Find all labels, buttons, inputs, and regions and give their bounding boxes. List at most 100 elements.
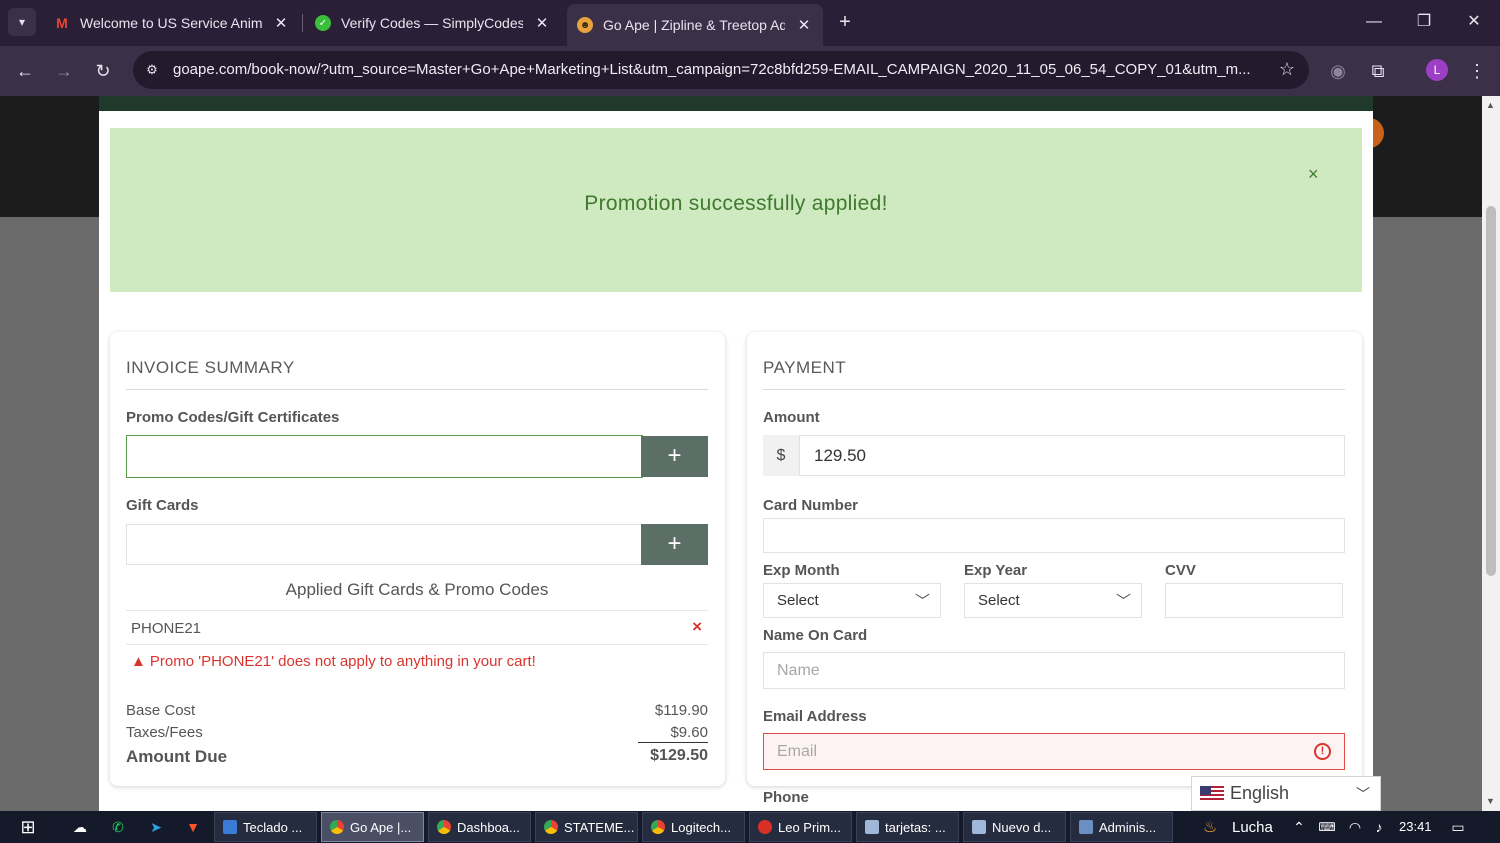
taskbar-app[interactable]: Dashboa... <box>428 812 531 842</box>
brave-icon[interactable]: ▼ <box>182 816 204 838</box>
chevron-up-icon[interactable]: ⌃ <box>1288 816 1310 838</box>
start-grid-icon[interactable]: ⊞ <box>17 816 39 838</box>
card-number-input[interactable] <box>763 518 1345 553</box>
bookmark-star-icon[interactable]: ☆ <box>1279 59 1295 80</box>
add-gift-card-button[interactable]: + <box>641 524 708 565</box>
phone-label: Phone <box>763 789 809 806</box>
taxes-label: Taxes/Fees <box>126 724 203 741</box>
chrome-icon <box>330 820 344 834</box>
promo-code-input[interactable] <box>126 435 643 478</box>
close-tab-icon[interactable]: ✕ <box>533 14 551 32</box>
amount-label: Amount <box>763 409 820 426</box>
back-icon[interactable]: ← <box>12 58 38 84</box>
taskbar-app[interactable]: Teclado ... <box>214 812 317 842</box>
notepad-icon <box>865 820 879 834</box>
forward-icon[interactable]: → <box>51 58 77 84</box>
tab-search-button[interactable]: ▾ <box>8 8 36 36</box>
remove-code-icon[interactable]: × <box>692 617 702 637</box>
applied-code-name: PHONE21 <box>131 620 202 637</box>
taskbar-app-label: Dashboa... <box>457 819 520 835</box>
clock-time[interactable]: 23:41 <box>1399 819 1432 834</box>
page-viewport: Promotion successfully applied! × INVOIC… <box>0 96 1482 811</box>
applied-codes-heading: Applied Gift Cards & Promo Codes <box>285 580 549 599</box>
minimize-icon[interactable]: — <box>1362 10 1386 34</box>
cvv-input[interactable] <box>1165 583 1343 618</box>
exp-year-select[interactable]: Select ﹀ <box>964 583 1142 618</box>
card-number-label: Card Number <box>763 497 859 514</box>
url-text[interactable]: goape.com/book-now/?utm_source=Master+Go… <box>173 61 1263 78</box>
site-info-icon[interactable]: ⚙ <box>142 60 162 80</box>
restore-icon[interactable]: ❐ <box>1412 10 1436 34</box>
input-method-icon[interactable]: ⌨ <box>1316 816 1338 838</box>
taskbar-app-label: Go Ape |... <box>350 819 412 835</box>
chrome-icon <box>758 820 772 834</box>
taskbar-app-label: Logitech... <box>671 819 731 835</box>
name-on-card-input[interactable]: Name <box>763 652 1345 689</box>
total-rule <box>638 742 708 743</box>
amount-input[interactable]: 129.50 <box>799 435 1345 476</box>
scroll-up-icon[interactable]: ▲ <box>1486 100 1495 110</box>
email-placeholder: Email <box>777 743 818 760</box>
taskbar-app[interactable]: Adminis... <box>1070 812 1173 842</box>
address-bar[interactable]: ⚙ goape.com/book-now/?utm_source=Master+… <box>133 51 1309 89</box>
warning-text: Promo 'PHONE21' does not apply to anythi… <box>149 653 536 670</box>
alert-close-icon[interactable]: × <box>1308 164 1319 185</box>
error-icon: ! <box>1314 743 1331 760</box>
email-input[interactable]: Email ! <box>763 733 1345 770</box>
booking-modal: Promotion successfully applied! × INVOIC… <box>99 96 1373 811</box>
taskbar-app[interactable]: Logitech... <box>642 812 745 842</box>
taskbar-app[interactable]: STATEME... <box>535 812 638 842</box>
taskbar-app[interactable]: Go Ape |... <box>321 812 424 842</box>
taskbar-app-label: STATEME... <box>564 819 635 835</box>
invoice-heading: INVOICE SUMMARY <box>126 358 295 377</box>
exp-year-label: Exp Year <box>964 562 1028 579</box>
close-tab-icon[interactable]: ✕ <box>272 14 290 32</box>
base-cost-value: $119.90 <box>654 702 708 719</box>
weather-text[interactable]: Lucha <box>1232 819 1273 836</box>
exp-month-select[interactable]: Select ﹀ <box>763 583 941 618</box>
language-value: English <box>1230 783 1290 803</box>
page-scrollbar[interactable]: ▲ ▼ <box>1482 96 1500 811</box>
tab-gmail[interactable]: M Welcome to US Service Animals ✕ <box>44 6 302 40</box>
volume-icon[interactable]: ♪ <box>1368 816 1390 838</box>
notifications-icon[interactable]: ▭ <box>1447 816 1469 838</box>
extension-puzzle-dim-icon[interactable]: ◉ <box>1325 58 1351 84</box>
reload-icon[interactable]: ↻ <box>90 58 116 84</box>
scroll-thumb[interactable] <box>1486 206 1496 576</box>
new-tab-button[interactable]: + <box>834 10 856 34</box>
tab-title: Welcome to US Service Animals <box>80 15 262 31</box>
close-window-icon[interactable]: ✕ <box>1462 10 1486 34</box>
browser-tab-bar: ▾ M Welcome to US Service Animals ✕ ✓ Ve… <box>0 0 1500 46</box>
payment-heading: PAYMENT <box>763 358 847 377</box>
cvv-label: CVV <box>1165 562 1196 579</box>
invoice-summary-card: INVOICE SUMMARY Promo Codes/Gift Certifi… <box>110 332 725 786</box>
whatsapp-icon[interactable]: ✆ <box>107 816 129 838</box>
chevron-down-icon: ﹀ <box>1356 786 1370 802</box>
tab-goape[interactable]: ☻ Go Ape | Zipline & Treetop Adv ✕ <box>567 4 823 46</box>
tab-simplycodes[interactable]: ✓ Verify Codes — SimplyCodes ✕ <box>305 6 563 40</box>
add-promo-button[interactable]: + <box>641 436 708 477</box>
scroll-down-icon[interactable]: ▼ <box>1486 796 1495 806</box>
taskbar-app[interactable]: Leo Prim... <box>749 812 852 842</box>
close-tab-icon[interactable]: ✕ <box>795 16 813 34</box>
language-selector[interactable]: English ﹀ <box>1191 776 1381 811</box>
extensions-icon[interactable]: ⧉ <box>1365 58 1391 84</box>
promo-label: Promo Codes/Gift Certificates <box>126 409 340 426</box>
browser-toolbar: ← → ↻ ⚙ goape.com/book-now/?utm_source=M… <box>0 46 1500 96</box>
taskbar-app-label: Nuevo d... <box>992 819 1052 835</box>
wifi-icon[interactable]: ◠ <box>1344 816 1366 838</box>
taskbar-app[interactable]: tarjetas: ... <box>856 812 959 842</box>
chrome-icon <box>437 820 451 834</box>
base-cost-label: Base Cost <box>126 702 196 719</box>
taskbar-app[interactable]: Nuevo d... <box>963 812 1066 842</box>
torch-weather-icon[interactable]: ♨ <box>1199 816 1221 838</box>
taskbar-app-label: Teclado ... <box>243 819 303 835</box>
keyboard-icon <box>223 820 237 834</box>
chrome-icon <box>651 820 665 834</box>
gift-card-input[interactable] <box>126 524 643 565</box>
weather-app-icon[interactable]: ☁ <box>69 816 91 838</box>
menu-kebab-icon[interactable]: ⋮ <box>1464 58 1490 84</box>
profile-avatar[interactable]: L <box>1426 59 1448 81</box>
telegram-icon[interactable]: ➤ <box>145 816 167 838</box>
chevron-down-icon: ﹀ <box>1115 593 1131 610</box>
